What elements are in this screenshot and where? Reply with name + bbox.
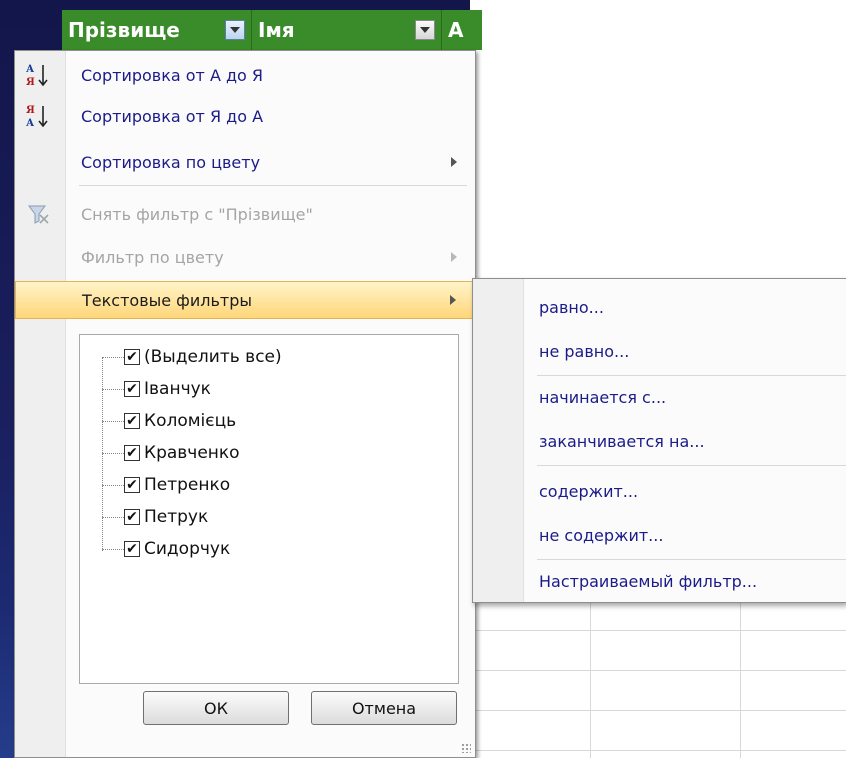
value-checklist[interactable]: ✔ (Выделить все) ✔ Іванчук ✔ Коломієць ✔… xyxy=(79,334,459,684)
list-item[interactable]: ✔ Петрук xyxy=(102,501,208,533)
spreadsheet-grid xyxy=(470,590,846,758)
list-item-label: Петрук xyxy=(144,507,209,527)
checkbox[interactable]: ✔ xyxy=(124,413,140,429)
submenu-item-not-equals[interactable]: не равно... xyxy=(539,333,629,369)
submenu-separator xyxy=(537,465,846,466)
column-header-row: Прізвище Імя А xyxy=(62,10,482,50)
list-item[interactable]: ✔ Іванчук xyxy=(102,373,211,405)
header-cell-surname[interactable]: Прізвище xyxy=(62,10,252,50)
svg-text:Я: Я xyxy=(26,77,35,88)
list-item-label: Петренко xyxy=(144,475,231,495)
checkmark-icon: ✔ xyxy=(126,349,138,365)
sort-descending-icon: Я А xyxy=(23,101,53,131)
menu-item-sort-za[interactable]: Я А Сортировка от Я до А xyxy=(15,97,475,135)
menu-item-sort-az[interactable]: А Я Сортировка от А до Я xyxy=(15,56,475,94)
header-label-third: А xyxy=(448,18,464,42)
list-item[interactable]: ✔ Коломієць xyxy=(102,405,236,437)
submenu-separator xyxy=(537,375,846,376)
ok-button[interactable]: ОК xyxy=(143,691,289,725)
list-item[interactable]: ✔ Петренко xyxy=(102,469,230,501)
list-item-select-all[interactable]: ✔ (Выделить все) xyxy=(102,341,282,373)
submenu-separator xyxy=(537,559,846,560)
submenu-icon-gutter xyxy=(473,279,524,602)
svg-text:А: А xyxy=(26,64,35,75)
checkbox-select-all[interactable]: ✔ xyxy=(124,349,140,365)
text-filters-submenu: равно... не равно... начинается с... зак… xyxy=(472,278,846,603)
submenu-item-custom-filter[interactable]: Настраиваемый фильтр... xyxy=(539,563,757,599)
list-item-label: Коломієць xyxy=(144,411,237,431)
svg-text:А: А xyxy=(26,118,35,129)
menu-item-label: Фильтр по цвету xyxy=(81,247,224,267)
filter-dropdown-button-surname[interactable] xyxy=(225,20,245,40)
menu-item-sort-by-color[interactable]: Сортировка по цвету xyxy=(15,143,475,181)
submenu-arrow-icon xyxy=(451,252,457,262)
chevron-down-icon xyxy=(230,27,240,33)
chevron-down-icon xyxy=(420,27,430,33)
list-item-label: Іванчук xyxy=(144,379,211,399)
list-item-label: Сидорчук xyxy=(144,539,231,559)
header-cell-third[interactable]: А xyxy=(442,10,482,50)
checkmark-icon: ✔ xyxy=(126,541,138,557)
header-label-surname: Прізвище xyxy=(68,18,180,42)
menu-item-label: Текстовые фильтры xyxy=(82,290,253,310)
menu-item-filter-by-color[interactable]: Фильтр по цвету xyxy=(15,238,475,276)
header-label-name: Імя xyxy=(258,18,295,42)
list-item[interactable]: ✔ Кравченко xyxy=(102,437,240,469)
checkmark-icon: ✔ xyxy=(126,477,138,493)
checkbox[interactable]: ✔ xyxy=(124,477,140,493)
submenu-arrow-icon xyxy=(451,157,457,167)
checkbox[interactable]: ✔ xyxy=(124,381,140,397)
submenu-item-begins-with[interactable]: начинается с... xyxy=(539,379,666,415)
tree-connector-line xyxy=(102,516,124,518)
list-item-label: Кравченко xyxy=(144,443,240,463)
checkmark-icon: ✔ xyxy=(126,381,138,397)
tree-connector-line xyxy=(102,356,124,358)
resize-grip-icon[interactable] xyxy=(461,743,471,753)
tree-connector-line xyxy=(102,484,124,486)
submenu-arrow-icon xyxy=(450,295,456,305)
clear-filter-icon xyxy=(23,199,53,229)
submenu-item-not-contains[interactable]: не содержит... xyxy=(539,517,663,553)
tree-connector-line xyxy=(102,388,124,390)
svg-text:Я: Я xyxy=(26,105,35,116)
menu-item-clear-filter[interactable]: Снять фильтр с "Прізвище" xyxy=(15,195,475,233)
menu-item-label: Снять фильтр с "Прізвище" xyxy=(81,204,313,224)
menu-separator xyxy=(79,185,467,186)
submenu-item-equals[interactable]: равно... xyxy=(539,289,604,325)
checkbox[interactable]: ✔ xyxy=(124,541,140,557)
tree-connector-line xyxy=(102,420,124,422)
checkmark-icon: ✔ xyxy=(126,445,138,461)
submenu-item-contains[interactable]: содержит... xyxy=(539,473,638,509)
list-item[interactable]: ✔ Сидорчук xyxy=(102,533,230,565)
menu-item-label: Сортировка от А до Я xyxy=(81,65,264,85)
menu-item-label: Сортировка от Я до А xyxy=(81,106,264,126)
filter-dropdown-button-name[interactable] xyxy=(415,20,435,40)
cancel-button[interactable]: Отмена xyxy=(311,691,457,725)
checkbox[interactable]: ✔ xyxy=(124,445,140,461)
autofilter-menu: А Я Сортировка от А до Я Я А Сортировка … xyxy=(14,50,476,758)
header-cell-name[interactable]: Імя xyxy=(252,10,442,50)
submenu-item-ends-with[interactable]: заканчивается на... xyxy=(539,423,705,459)
menu-item-label: Сортировка по цвету xyxy=(81,152,261,172)
sort-ascending-icon: А Я xyxy=(23,60,53,90)
list-item-label: (Выделить все) xyxy=(144,347,282,367)
menu-item-text-filters[interactable]: Текстовые фильтры xyxy=(15,281,475,319)
tree-connector-line xyxy=(102,452,124,454)
tree-connector-line xyxy=(102,548,124,550)
checkmark-icon: ✔ xyxy=(126,509,138,525)
checkmark-icon: ✔ xyxy=(126,413,138,429)
checkbox[interactable]: ✔ xyxy=(124,509,140,525)
